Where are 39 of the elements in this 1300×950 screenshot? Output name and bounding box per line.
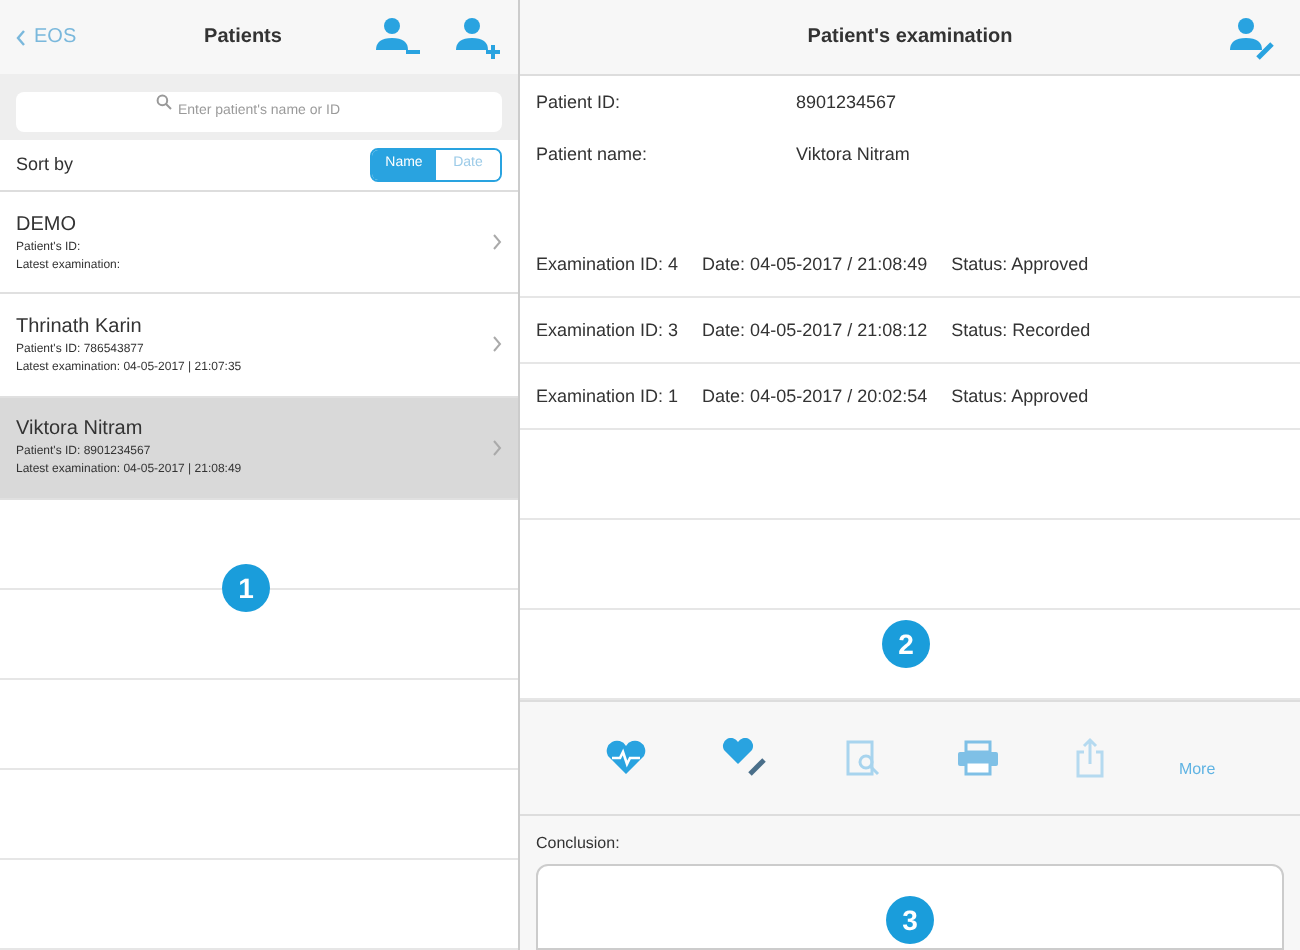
patient-name: DEMO bbox=[16, 211, 78, 240]
examination-id: Examination ID: 4 bbox=[536, 251, 679, 278]
panel-title: Patient's examination bbox=[805, 24, 1015, 53]
examination-date: Date: 04-05-2017 / 21:08:12 bbox=[702, 317, 928, 344]
chevron-icon bbox=[492, 439, 502, 456]
examination-row[interactable]: Examination ID: 4 Date: 04-05-2017 / 21:08:49 Status: Approved bbox=[520, 232, 1300, 299]
document-search-icon[interactable] bbox=[843, 738, 884, 778]
field-label: Patient name: bbox=[536, 141, 650, 168]
person-minus-icon[interactable] bbox=[374, 15, 422, 60]
examination-row[interactable]: Examination ID: 3 Date: 04-05-2017 / 21:08:12 Status: Recorded bbox=[520, 298, 1300, 365]
person-edit-icon[interactable] bbox=[1228, 15, 1276, 60]
examination-id: Examination ID: 3 bbox=[536, 317, 679, 344]
field-value: Viktora Nitram bbox=[796, 141, 910, 168]
panel-title: Patients bbox=[202, 24, 284, 53]
examination-status: Status: Approved bbox=[951, 383, 1089, 410]
person-add-icon[interactable] bbox=[454, 15, 502, 60]
examination-status: Status: Recorded bbox=[951, 317, 1091, 344]
search-icon bbox=[156, 94, 172, 111]
callout-badge: 2 bbox=[882, 620, 930, 669]
examination-date: Date: 04-05-2017 / 21:08:49 bbox=[702, 251, 928, 278]
callout-badge: 1 bbox=[222, 564, 270, 612]
examination-id: Examination ID: 1 bbox=[536, 383, 679, 410]
share-icon[interactable] bbox=[1073, 736, 1106, 780]
back-chevron-icon bbox=[16, 29, 26, 46]
heart-edit-icon[interactable] bbox=[721, 738, 770, 778]
chevron-icon bbox=[492, 336, 502, 353]
chevron-icon bbox=[492, 234, 502, 251]
field-value: 8901234567 bbox=[796, 89, 897, 116]
examination-date: Date: 04-05-2017 / 20:02:54 bbox=[702, 383, 928, 410]
conclusion-label: Conclusion: bbox=[536, 831, 622, 856]
heart-pulse-icon[interactable] bbox=[604, 740, 649, 776]
examination-row[interactable]: Examination ID: 1 Date: 04-05-2017 / 20:02:54 Status: Approved bbox=[520, 364, 1300, 431]
printer-icon[interactable] bbox=[956, 738, 1001, 778]
sort-label: Sort by bbox=[16, 151, 74, 178]
field-label: Patient ID: bbox=[536, 89, 623, 116]
examination-status: Status: Approved bbox=[951, 251, 1089, 278]
patient-name: Viktora Nitram bbox=[16, 416, 145, 445]
callout-badge: 3 bbox=[886, 896, 934, 944]
patient-name: Thrinath Karin bbox=[16, 313, 144, 342]
